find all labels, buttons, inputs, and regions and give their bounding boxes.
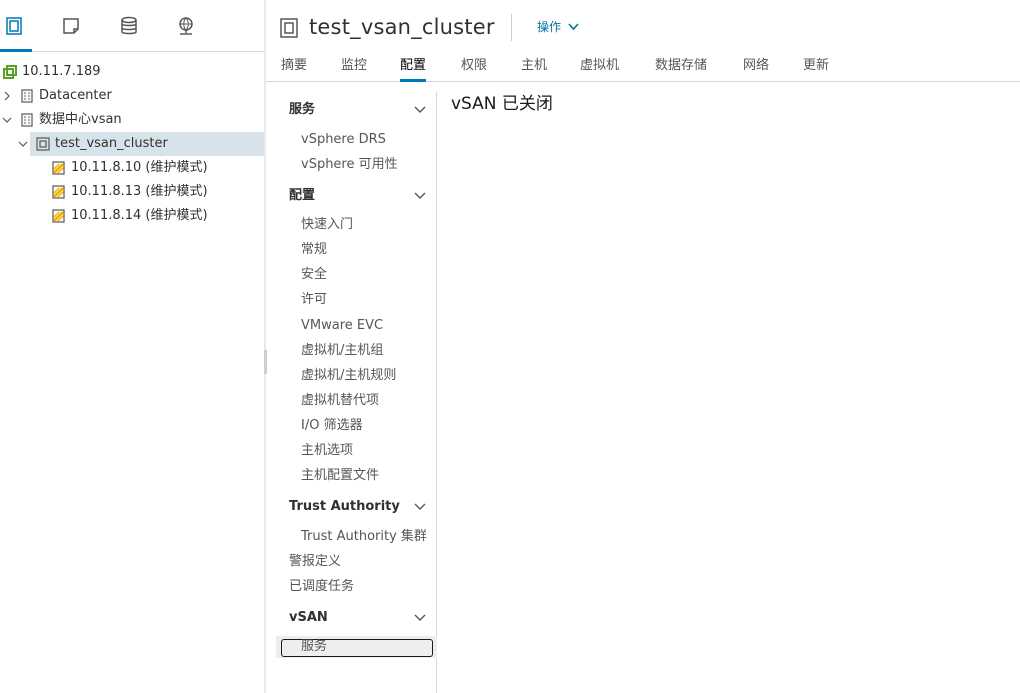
chevron-down-icon [414, 106, 426, 113]
subnav-item-general[interactable]: 常规 [276, 239, 437, 261]
subnav-item-security[interactable]: 安全 [276, 264, 437, 286]
content-title: vSAN 已关闭 [451, 94, 553, 114]
chevron-down-icon[interactable] [2, 115, 12, 125]
subnav-item-vm-overrides[interactable]: 虚拟机替代项 [276, 390, 437, 412]
host-maintenance-icon [52, 161, 65, 175]
tree-node-vcenter[interactable]: 10.11.7.189 [0, 60, 264, 84]
subnav-item-vm-host-groups[interactable]: 虚拟机/主机组 [276, 340, 437, 362]
tree-node-label: 数据中心vsan [39, 112, 122, 127]
subnav-group-configuration[interactable]: 配置 [276, 184, 437, 208]
subnav-item-host-profile[interactable]: 主机配置文件 [276, 465, 437, 487]
cluster-icon [36, 137, 50, 151]
networking-icon [179, 17, 193, 35]
tree-node-label: 10.11.7.189 [22, 64, 101, 79]
subnav-item-alarm-definitions[interactable]: 警报定义 [276, 551, 437, 573]
host-maintenance-icon [52, 185, 65, 199]
tree-node-host[interactable]: 10.11.8.14 (维护模式) [0, 204, 264, 228]
tab-hosts[interactable]: 主机 [521, 52, 547, 82]
main-pane: test_vsan_cluster 操作 摘要 监控 配置 权限 主机 虚拟机 … [266, 0, 1020, 693]
subnav-item-vsan-services[interactable]: 服务 [276, 636, 437, 658]
subnav-item-vm-host-rules[interactable]: 虚拟机/主机规则 [276, 365, 437, 387]
tree-node-label: 10.11.8.10 (维护模式) [71, 160, 208, 175]
subnav-group-services[interactable]: 服务 [276, 98, 437, 122]
vms-templates-icon [63, 18, 79, 34]
chevron-down-icon [414, 614, 426, 621]
subnav-group-trust-authority[interactable]: Trust Authority [276, 495, 437, 519]
cluster-icon [280, 18, 298, 38]
configure-subnav: 服务 vSphere DRS vSphere 可用性 配置 快速入门 常规 安全… [276, 92, 437, 693]
datacenter-icon [21, 89, 33, 103]
page-title: test_vsan_cluster [309, 15, 495, 39]
host-maintenance-icon [52, 209, 65, 223]
navigator-pane: 10.11.7.189 Datacenter 数据中心vsan test_vsa… [0, 0, 264, 693]
chevron-down-icon [414, 503, 426, 510]
tab-permissions[interactable]: 权限 [461, 52, 487, 82]
tree-node-datacenter[interactable]: Datacenter [0, 84, 264, 108]
subnav-item-host-options[interactable]: 主机选项 [276, 440, 437, 462]
tree-node-label: Datacenter [39, 88, 112, 103]
subnav-item-vsphere-ha[interactable]: vSphere 可用性 [276, 154, 437, 176]
storage-icon [121, 16, 137, 35]
chevron-down-icon [414, 192, 426, 199]
tab-updates[interactable]: 更新 [803, 52, 829, 82]
subnav-item-licensing[interactable]: 许可 [276, 289, 437, 311]
tab-configure[interactable]: 配置 [400, 52, 427, 82]
tab-monitor[interactable]: 监控 [341, 52, 367, 82]
hosts-clusters-icon [6, 17, 22, 35]
chevron-down-icon[interactable] [18, 139, 28, 149]
tree-node-cluster[interactable]: test_vsan_cluster [0, 132, 264, 156]
datacenter-icon [21, 113, 33, 127]
tab-networking[interactable] [170, 0, 204, 52]
actions-menu-button[interactable]: 操作 [537, 17, 579, 37]
tree-node-label: 10.11.8.14 (维护模式) [71, 208, 208, 223]
tab-hosts-clusters[interactable] [0, 0, 32, 52]
actions-label: 操作 [537, 20, 562, 34]
tab-storage[interactable] [113, 0, 147, 52]
tab-datastores[interactable]: 数据存储 [655, 52, 707, 82]
chevron-right-icon[interactable] [2, 91, 12, 101]
object-tabs: 摘要 监控 配置 权限 主机 虚拟机 数据存储 网络 更新 [266, 52, 1020, 82]
tab-summary[interactable]: 摘要 [281, 52, 307, 82]
tab-vms-templates[interactable] [55, 0, 89, 52]
tree-node-label: test_vsan_cluster [55, 136, 168, 151]
navigator-tabs [0, 0, 264, 52]
vcenter-icon [3, 65, 17, 79]
chevron-down-icon [568, 23, 579, 31]
subnav-item-quickstart[interactable]: 快速入门 [276, 214, 437, 236]
tree-node-datacenter-vsan[interactable]: 数据中心vsan [0, 108, 264, 132]
tab-networks[interactable]: 网络 [743, 52, 769, 82]
tree-node-label: 10.11.8.13 (维护模式) [71, 184, 208, 199]
title-divider [511, 14, 512, 41]
subnav-group-vsan[interactable]: vSAN [276, 606, 437, 630]
subnav-item-vmware-evc[interactable]: VMware EVC [276, 315, 437, 337]
subnav-item-io-filters[interactable]: I/O 筛选器 [276, 415, 437, 437]
subnav-item-trust-authority-cluster[interactable]: Trust Authority 集群 [276, 526, 437, 548]
subnav-item-vsphere-drs[interactable]: vSphere DRS [276, 129, 437, 151]
subnav-item-scheduled-tasks[interactable]: 已调度任务 [276, 576, 437, 598]
tree-node-host[interactable]: 10.11.8.13 (维护模式) [0, 180, 264, 204]
tree-node-host[interactable]: 10.11.8.10 (维护模式) [0, 156, 264, 180]
tab-vms[interactable]: 虚拟机 [580, 52, 619, 82]
